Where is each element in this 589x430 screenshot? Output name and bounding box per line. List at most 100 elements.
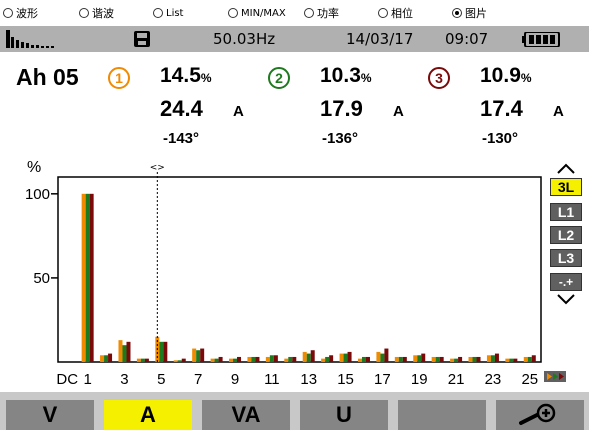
phase-select-3l-button[interactable]: 3L [550, 178, 582, 196]
harmonic-bar [365, 356, 370, 362]
function-tab-bar: V A VA U [0, 392, 589, 430]
tab-current[interactable]: A [104, 400, 192, 430]
harmonic-bar [431, 356, 436, 362]
harmonic-bar [454, 358, 459, 362]
harmonic-bar [273, 355, 278, 362]
harmonic-bar [458, 356, 463, 362]
radio-picture[interactable]: 图片 [452, 5, 487, 21]
harmonic-bar [357, 358, 362, 362]
harmonic-bar [104, 355, 109, 362]
harmonic-bar [450, 358, 455, 362]
phase-2-current-unit: A [393, 103, 404, 120]
cursor-marker-icon: <> [150, 163, 165, 173]
radio-min-max[interactable]: MIN/MAX [228, 8, 286, 19]
phase-1-current: 24.4 [160, 96, 203, 121]
x-tick-label: 3 [120, 371, 128, 388]
harmonic-bar [100, 355, 105, 362]
harmonic-bar [229, 358, 234, 362]
x-tick-label: 7 [194, 371, 202, 388]
radio-label: 波形 [16, 7, 38, 20]
time-readout: 09:07 [445, 30, 489, 48]
radio-list[interactable]: List [153, 8, 183, 19]
harmonic-bar [413, 355, 418, 362]
radio-button-icon [378, 8, 388, 18]
neutral-select-button[interactable]: -.+ [550, 273, 582, 291]
harmonic-bar [321, 358, 326, 362]
radio-label: 谐波 [92, 7, 114, 20]
harmonic-bar [339, 353, 344, 362]
harmonic-bar [376, 351, 381, 362]
phase-number: 2 [275, 70, 283, 86]
harmonic-bar [380, 353, 385, 362]
tab-empty[interactable] [398, 400, 486, 430]
harmonic-bar [118, 340, 123, 362]
tab-voltage[interactable]: V [6, 400, 94, 430]
radio-waveform[interactable]: 波形 [3, 5, 38, 21]
phase-2-circle: 2 [268, 67, 290, 89]
x-tick-label: 11 [264, 371, 280, 388]
harmonic-bar [302, 351, 307, 362]
radio-label: 图片 [465, 7, 487, 20]
harmonic-bars-icon [6, 30, 54, 48]
zoom-in-icon [519, 403, 556, 425]
phase-select-l2-button[interactable]: L2 [550, 226, 582, 244]
phase-select-l1-button[interactable]: L1 [550, 203, 582, 221]
y-tick-label: 100 [25, 186, 50, 203]
harmonic-bar [177, 360, 182, 362]
harmonic-bar [486, 355, 491, 362]
phase-1-angle: -143° [163, 130, 200, 147]
scroll-down-icon[interactable] [556, 293, 576, 305]
harmonic-bar [218, 356, 223, 362]
phase-3-circle: 3 [428, 67, 450, 89]
harmonic-bar [494, 353, 499, 362]
harmonic-bar [394, 356, 399, 362]
harmonic-bar [325, 356, 330, 362]
battery-icon [522, 32, 560, 47]
harmonic-bar [210, 358, 215, 362]
radio-label: 相位 [391, 7, 413, 20]
next-page-icon[interactable] [544, 371, 566, 382]
tab-apparent-power[interactable]: VA [202, 400, 290, 430]
button-label: L1 [557, 204, 575, 220]
harmonic-bar [247, 356, 252, 362]
tab-label: VA [231, 402, 261, 427]
harmonic-bar [196, 350, 201, 362]
x-tick-label: 1 [83, 371, 91, 388]
harmonic-bar [265, 356, 270, 362]
radio-button-icon [79, 8, 89, 18]
x-tick-label: 25 [521, 371, 538, 388]
scroll-up-icon[interactable] [556, 163, 576, 175]
harmonic-bar [233, 358, 238, 362]
tab-label: V [42, 402, 58, 427]
harmonic-bar [85, 193, 90, 362]
tab-zoom[interactable] [496, 400, 584, 430]
plot-frame [57, 176, 542, 363]
harmonic-bar [251, 356, 256, 362]
harmonic-bar [159, 341, 164, 362]
tab-line-voltage[interactable]: U [300, 400, 388, 430]
harmonic-order-title: Ah 05 [16, 64, 79, 90]
harmonic-bar [108, 353, 113, 362]
button-label: L2 [557, 227, 575, 243]
harmonic-bar [531, 355, 536, 362]
radio-harmonics[interactable]: 谐波 [79, 5, 114, 21]
x-tick-label: 23 [485, 371, 502, 388]
harmonic-bar [89, 193, 94, 362]
harmonic-bar [136, 358, 141, 362]
radio-label: 功率 [317, 7, 339, 20]
radio-phase[interactable]: 相位 [378, 5, 413, 21]
harmonic-bar [163, 341, 168, 362]
phase-select-l3-button[interactable]: L3 [550, 249, 582, 267]
y-tick-label: 50 [33, 270, 50, 287]
harmonic-bar [284, 358, 289, 362]
harmonic-bar [505, 358, 510, 362]
radio-label: List [166, 7, 184, 19]
radio-button-icon [3, 8, 13, 18]
harmonic-bar [81, 193, 86, 362]
harmonic-bar [144, 358, 149, 362]
x-tick-label: 5 [157, 371, 165, 388]
harmonic-bar [288, 356, 293, 362]
radio-power[interactable]: 功率 [304, 5, 339, 21]
phase-3-percent: 10.9% [480, 64, 532, 87]
harmonic-bar [173, 360, 178, 362]
